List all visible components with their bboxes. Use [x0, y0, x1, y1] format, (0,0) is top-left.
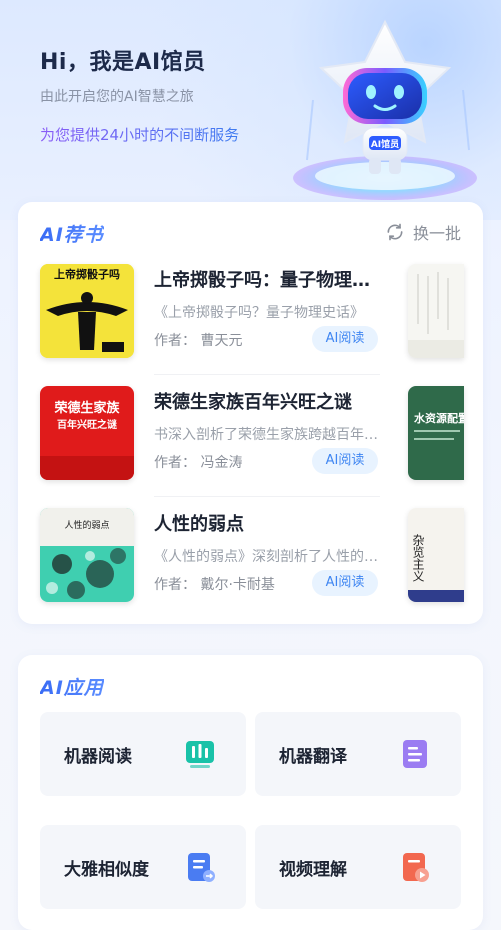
book-description: 书深入剖析了荣德生家族跨越百年的兴旺之谜	[154, 427, 380, 443]
ai-read-button[interactable]: AI阅读	[312, 326, 378, 352]
service-tagline: 为您提供24小时的不间断服务	[40, 126, 240, 144]
book-item[interactable]: 人性的弱点 人性的弱点 《人性的弱点》深刻剖析了人性的弱点 作者： 戴尔·卡耐基…	[40, 508, 400, 606]
refresh-icon	[387, 223, 403, 241]
book-cover: 荣德生家族 百年兴旺之谜	[40, 386, 134, 480]
cover-title: 荣德生家族	[53, 400, 120, 416]
divider	[154, 374, 380, 375]
app-label: 视频理解	[279, 860, 347, 880]
next-book-cover[interactable]: 水资源配置	[408, 386, 464, 480]
video-document-icon	[403, 853, 429, 882]
ai-apps-card: AI应用 机器阅读 机器翻译 大雅相似度 视频理解	[18, 655, 483, 930]
book-description: 《人性的弱点》深刻剖析了人性的弱点	[154, 549, 380, 565]
ai-recommend-title: AI荐书	[40, 220, 104, 247]
cover-title: 人性的弱点	[64, 519, 109, 531]
book-cover: 人性的弱点	[40, 508, 134, 602]
greeting-subtitle: 由此开启您的AI智慧之旅	[40, 89, 194, 105]
book-title: 上帝掷骰子吗：量子物理史话	[154, 270, 380, 291]
compare-document-icon	[188, 853, 215, 882]
next-book-cover[interactable]: 杂览主义	[408, 508, 464, 602]
book-item[interactable]: 荣德生家族 百年兴旺之谜 荣德生家族百年兴旺之谜 书深入剖析了荣德生家族跨越百年…	[40, 386, 400, 497]
app-machine-reading[interactable]: 机器阅读	[40, 712, 246, 796]
robot-mascot-icon: AI馆员	[285, 10, 490, 205]
cover-subtitle: 百年兴旺之谜	[57, 418, 117, 431]
document-icon	[403, 740, 427, 768]
next-book-cover-text: 杂览主义	[411, 534, 425, 582]
book-title: 荣德生家族百年兴旺之谜	[154, 392, 352, 413]
ai-read-button[interactable]: AI阅读	[312, 448, 378, 474]
refresh-label: 换一批	[412, 224, 461, 243]
app-similarity[interactable]: 大雅相似度	[40, 825, 246, 909]
book-author: 作者： 冯金涛	[154, 455, 243, 471]
next-book-cover-text: 水资源配置	[414, 411, 464, 425]
app-label: 机器阅读	[64, 747, 132, 767]
book-author: 作者： 曹天元	[154, 333, 243, 349]
ai-apps-title: AI应用	[40, 673, 104, 700]
book-title: 人性的弱点	[154, 514, 244, 535]
next-book-cover[interactable]	[408, 264, 464, 358]
ai-recommend-card: AI荐书 换一批 上帝掷骰子吗 上帝掷骰子吗：量子物理史话 《上帝掷骰子吗？量子…	[18, 202, 483, 624]
app-label: 大雅相似度	[64, 860, 149, 880]
greeting-title: Hi，我是AI馆员	[40, 50, 206, 75]
book-description: 《上帝掷骰子吗？量子物理史话》	[154, 305, 364, 321]
bar-chart-icon	[186, 741, 214, 768]
book-author: 作者： 戴尔·卡耐基	[154, 577, 275, 593]
app-video-understanding[interactable]: 视频理解	[255, 825, 461, 909]
cover-title: 上帝掷骰子吗	[54, 267, 120, 281]
refresh-button[interactable]: 换一批	[385, 220, 461, 244]
book-item[interactable]: 上帝掷骰子吗 上帝掷骰子吗：量子物理史话 《上帝掷骰子吗？量子物理史话》 作者：…	[40, 264, 400, 375]
app-machine-translation[interactable]: 机器翻译	[255, 712, 461, 796]
app-label: 机器翻译	[279, 747, 347, 767]
mascot-badge: AI馆员	[371, 138, 399, 150]
divider	[154, 496, 380, 497]
ai-read-button[interactable]: AI阅读	[312, 570, 378, 596]
book-cover: 上帝掷骰子吗	[40, 264, 134, 358]
